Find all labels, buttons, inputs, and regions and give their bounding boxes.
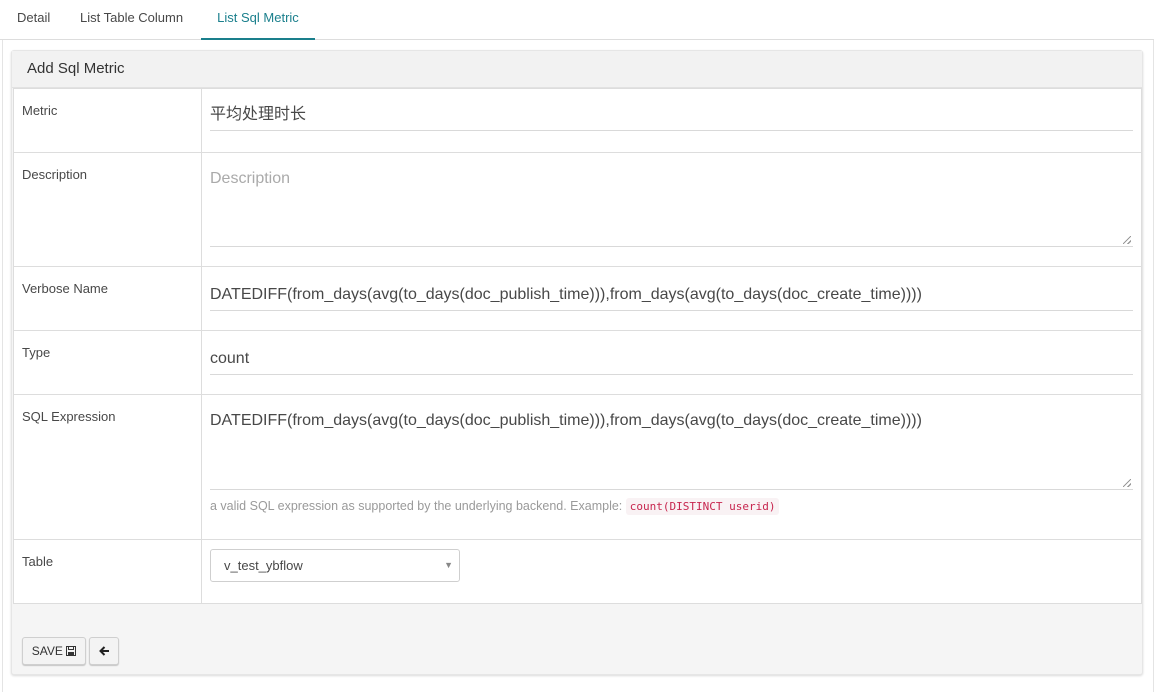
metric-row: Metric 平均处理时长 bbox=[14, 89, 1141, 153]
tab-detail[interactable]: Detail bbox=[2, 0, 65, 40]
table-selected-value: v_test_ybflow bbox=[224, 558, 303, 573]
type-input[interactable]: count bbox=[210, 345, 1133, 375]
save-button[interactable]: SAVE bbox=[22, 637, 86, 665]
type-label: Type bbox=[14, 331, 202, 394]
help-text: a valid SQL expression as supported by t… bbox=[210, 499, 623, 513]
description-label: Description bbox=[14, 153, 202, 266]
verbose-name-row: Verbose Name DATEDIFF(from_days(avg(to_d… bbox=[14, 267, 1141, 331]
table-select[interactable]: v_test_ybflow ▼ bbox=[210, 549, 460, 582]
description-row: Description Description bbox=[14, 153, 1141, 267]
sql-expression-help: a valid SQL expression as supported by t… bbox=[210, 498, 780, 515]
verbose-name-label: Verbose Name bbox=[14, 267, 202, 330]
resize-handle-icon[interactable] bbox=[1123, 479, 1131, 487]
back-button[interactable] bbox=[89, 637, 119, 665]
sql-expression-row: SQL Expression DATEDIFF(from_days(avg(to… bbox=[14, 395, 1141, 540]
sql-expression-label: SQL Expression bbox=[14, 395, 202, 539]
table-label: Table bbox=[14, 540, 202, 603]
sql-expression-textarea[interactable]: DATEDIFF(from_days(avg(to_days(doc_publi… bbox=[210, 405, 1133, 490]
panel-title: Add Sql Metric bbox=[12, 51, 1142, 88]
sql-expression-value: DATEDIFF(from_days(avg(to_days(doc_publi… bbox=[210, 412, 922, 429]
tab-bar: Detail List Table Column List Sql Metric bbox=[0, 0, 1154, 40]
save-label: SAVE bbox=[31, 644, 63, 658]
add-metric-panel: Add Sql Metric Metric 平均处理时长 Description… bbox=[11, 50, 1143, 675]
floppy-disk-icon bbox=[66, 646, 77, 656]
metric-input[interactable]: 平均处理时长 bbox=[210, 101, 1133, 131]
form-table: Metric 平均处理时长 Description Description Ve… bbox=[13, 88, 1142, 604]
description-placeholder: Description bbox=[210, 170, 291, 187]
verbose-name-input[interactable]: DATEDIFF(from_days(avg(to_days(doc_publi… bbox=[210, 281, 1133, 311]
metric-label: Metric bbox=[14, 89, 202, 152]
caret-down-icon: ▼ bbox=[444, 560, 453, 570]
help-example-code: count(DISTINCT userid) bbox=[625, 498, 780, 515]
resize-handle-icon[interactable] bbox=[1123, 236, 1131, 244]
arrow-left-icon bbox=[98, 646, 109, 656]
table-row: Table v_test_ybflow ▼ bbox=[14, 540, 1141, 603]
description-textarea[interactable]: Description bbox=[210, 163, 1133, 247]
tab-list-table-column[interactable]: List Table Column bbox=[65, 0, 198, 40]
tab-list-sql-metric[interactable]: List Sql Metric bbox=[201, 0, 315, 40]
type-row: Type count bbox=[14, 331, 1141, 395]
